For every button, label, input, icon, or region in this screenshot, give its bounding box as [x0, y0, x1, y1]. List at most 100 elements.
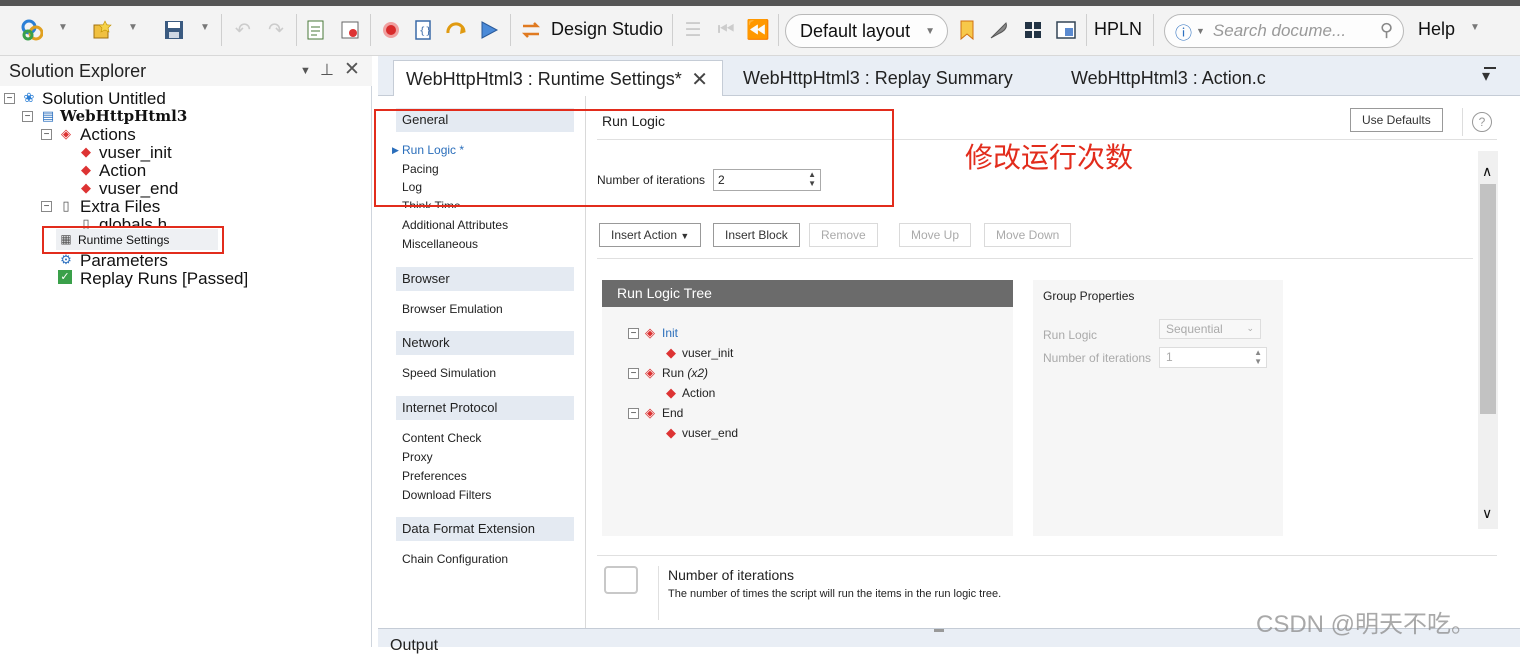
nav-section-network[interactable]: Network — [396, 331, 574, 355]
close-icon[interactable]: ✕ — [344, 58, 360, 81]
window-icon[interactable] — [1054, 18, 1078, 42]
tree-node-run[interactable]: Run (x2) — [662, 366, 708, 380]
run-icon[interactable] — [477, 18, 501, 42]
help-menu[interactable]: Help — [1418, 19, 1455, 40]
remove-button[interactable]: Remove — [809, 223, 878, 247]
collapse-toggle[interactable]: − — [22, 111, 33, 122]
record-icon[interactable] — [379, 18, 403, 42]
layout-combo[interactable]: Default layout ▼ — [785, 14, 948, 48]
new-item-icon[interactable] — [90, 18, 114, 42]
action-icon: ◆ — [666, 425, 676, 440]
script-check-icon[interactable] — [304, 18, 328, 42]
collapse-toggle[interactable]: − — [628, 408, 639, 419]
tree-node-end[interactable]: End — [662, 406, 683, 420]
rewind-icon[interactable]: ⏮ — [714, 18, 738, 42]
tree-actions[interactable]: Actions — [80, 125, 136, 144]
output-label[interactable]: Output — [390, 638, 438, 654]
tree-replay-runs[interactable]: Replay Runs [Passed] — [80, 269, 248, 288]
splitter-grip[interactable] — [934, 629, 944, 632]
tree-node-vuser-end[interactable]: vuser_end — [682, 426, 738, 440]
scrollbar-thumb[interactable] — [1480, 184, 1496, 414]
help-icon[interactable]: ? — [1472, 112, 1492, 132]
save-icon[interactable] — [162, 18, 186, 42]
nav-item-preferences[interactable]: Preferences — [402, 469, 467, 483]
tree-parameters[interactable]: Parameters — [80, 251, 168, 270]
redo-icon[interactable]: ↷ — [264, 18, 288, 42]
chevron-down-icon[interactable]: ▼ — [1470, 22, 1480, 33]
pin-icon[interactable]: ⊥ — [320, 60, 334, 80]
move-up-button[interactable]: Move Up — [899, 223, 972, 247]
chevron-down-icon[interactable]: ▼ — [128, 22, 138, 33]
tab-label: WebHttpHtml3 : Replay Summary — [743, 68, 1013, 88]
nav-item-additional-attributes[interactable]: Additional Attributes — [402, 218, 508, 232]
list-icon[interactable]: ☰ — [681, 18, 705, 42]
nav-section-internet-protocol[interactable]: Internet Protocol — [396, 396, 574, 420]
tab-action-c[interactable]: WebHttpHtml3 : Action.c — [1059, 60, 1278, 96]
nav-section-data-format-extension[interactable]: Data Format Extension — [396, 517, 574, 541]
tree-solution[interactable]: Solution Untitled — [42, 89, 166, 108]
hpln-label[interactable]: HPLN — [1094, 19, 1142, 40]
feather-icon[interactable] — [987, 18, 1011, 42]
tree-node-action[interactable]: Action — [682, 386, 715, 400]
design-studio-label[interactable]: Design Studio — [551, 19, 663, 40]
design-studio-icon[interactable] — [519, 18, 543, 42]
nav-section-browser[interactable]: Browser — [396, 267, 574, 291]
scroll-down-icon[interactable]: ∨ — [1482, 505, 1492, 522]
tree-node-init[interactable]: Init — [662, 326, 678, 340]
toolbar-separator — [1086, 14, 1087, 46]
nav-item-miscellaneous[interactable]: Miscellaneous — [402, 237, 478, 251]
tree-project[interactable]: WebHttpHtml3 — [60, 107, 187, 126]
insert-block-button[interactable]: Insert Block — [713, 223, 800, 247]
collapse-toggle[interactable]: − — [41, 201, 52, 212]
settings-doc-icon[interactable] — [338, 18, 362, 42]
tree-action-item[interactable]: vuser_end — [99, 179, 178, 198]
search-docs-box[interactable]: ⓘ ▼ Search docume... ⚲ — [1164, 14, 1404, 48]
collapse-toggle[interactable]: − — [628, 368, 639, 379]
group-iterations-spinner[interactable]: 1 ▲ ▼ — [1159, 347, 1267, 368]
parameters-icon: ⚙ — [60, 252, 72, 267]
close-icon[interactable]: ✕ — [691, 67, 708, 92]
group-run-logic-select[interactable]: Sequential ⌄ — [1159, 319, 1261, 339]
compile-icon[interactable]: {} — [411, 18, 435, 42]
tree-node-vuser-init[interactable]: vuser_init — [682, 346, 733, 360]
nav-item-browser-emulation[interactable]: Browser Emulation — [402, 302, 503, 316]
scroll-up-icon[interactable]: ∧ — [1482, 163, 1492, 180]
move-down-button[interactable]: Move Down — [984, 223, 1072, 247]
app-logo-icon[interactable] — [20, 18, 44, 42]
group-properties-title: Group Properties — [1043, 289, 1135, 303]
help-text: The number of times the script will run … — [668, 588, 1002, 600]
use-defaults-button[interactable]: Use Defaults — [1350, 108, 1443, 132]
nav-item-chain-configuration[interactable]: Chain Configuration — [402, 552, 508, 566]
insert-action-button[interactable]: Insert Action ▼ — [599, 223, 702, 247]
tree-action-item[interactable]: Action — [99, 161, 146, 180]
bookmark-icon[interactable] — [955, 18, 979, 42]
tab-replay-summary[interactable]: WebHttpHtml3 : Replay Summary — [731, 60, 1025, 96]
block-icon: ◈ — [645, 365, 655, 380]
run-logic-tree-header: Run Logic Tree — [602, 280, 1013, 307]
undo-icon[interactable]: ↶ — [231, 18, 255, 42]
collapse-toggle[interactable]: − — [4, 93, 15, 104]
step-over-icon[interactable] — [445, 18, 469, 42]
tree-extra-files[interactable]: Extra Files — [80, 197, 160, 216]
tab-runtime-settings[interactable]: WebHttpHtml3 : Runtime Settings* ✕ — [393, 60, 723, 96]
divider — [1462, 108, 1463, 136]
chevron-down-icon[interactable]: ▼ — [300, 65, 311, 77]
collapse-toggle[interactable]: − — [628, 328, 639, 339]
nav-item-proxy[interactable]: Proxy — [402, 450, 433, 464]
highlight-box-run-logic — [374, 109, 894, 207]
tab-overflow-icon[interactable]: ▾ — [1482, 66, 1490, 86]
chevron-down-icon[interactable]: ▼ — [58, 22, 68, 33]
grid-icon[interactable] — [1021, 18, 1045, 42]
nav-item-speed-simulation[interactable]: Speed Simulation — [402, 366, 496, 380]
search-icon[interactable]: ⚲ — [1380, 20, 1393, 41]
nav-item-content-check[interactable]: Content Check — [402, 431, 481, 445]
tree-action-item[interactable]: vuser_init — [99, 143, 172, 162]
chevron-down-icon[interactable]: ▼ — [200, 22, 210, 33]
insert-action-label: Insert Action — [611, 228, 678, 242]
back-icon[interactable]: ⏪ — [746, 18, 770, 42]
tab-label: WebHttpHtml3 : Runtime Settings* — [406, 69, 682, 89]
collapse-toggle[interactable]: − — [41, 129, 52, 140]
search-input[interactable]: Search docume... — [1213, 21, 1346, 41]
nav-item-download-filters[interactable]: Download Filters — [402, 488, 491, 502]
stepper-arrows-icon[interactable]: ▲ ▼ — [1254, 348, 1262, 366]
